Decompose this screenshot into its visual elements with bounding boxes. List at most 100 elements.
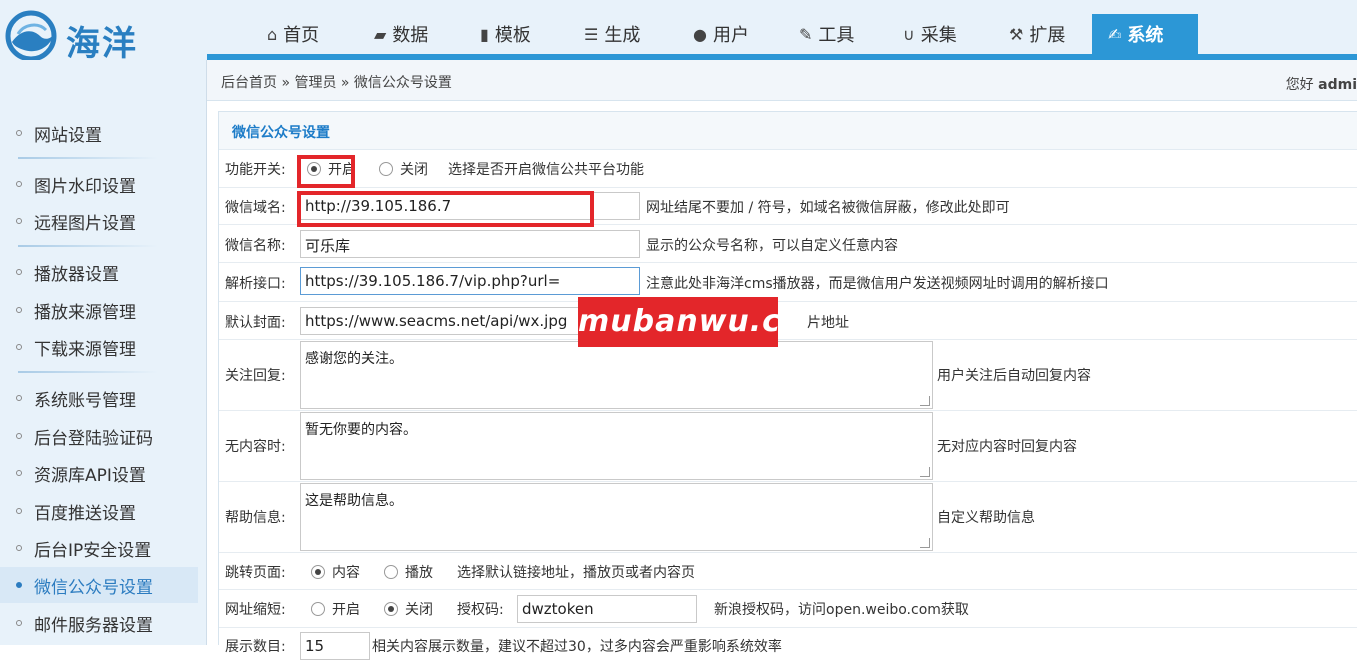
field-label: 网址缩短: — [225, 602, 286, 618]
nav-label: 系统 — [1127, 25, 1164, 46]
sidebar-item-label: 资源库API设置 — [34, 465, 146, 486]
sidebar-item-label: 系统账号管理 — [34, 390, 136, 411]
field-hint: 网址结尾不要加 / 符号，如域名被微信屏蔽，修改此处即可 — [646, 200, 1010, 216]
sidebar-divider — [18, 157, 158, 159]
bullet-icon — [16, 181, 22, 187]
sidebar-item-player[interactable]: 播放器设置 — [0, 254, 198, 290]
nav-extend[interactable]: ⚒ 扩展 — [999, 14, 1075, 54]
breadcrumb[interactable]: 后台首页 » 管理员 » 微信公众号设置 — [221, 72, 452, 92]
radio-label: 开启 — [332, 602, 360, 618]
logo[interactable]: 海洋 — [4, 10, 154, 64]
sidebar-item-label: 图片水印设置 — [34, 176, 136, 197]
field-hint: 相关内容展示数量，建议不超过30，过多内容会严重影响系统效率 — [372, 639, 782, 655]
nav-collect[interactable]: ∪ 采集 — [893, 14, 967, 54]
sidebar-item-label: 播放器设置 — [34, 264, 119, 285]
sidebar-item-site-settings[interactable]: 网站设置 — [0, 115, 198, 151]
sidebar-item-play-source[interactable]: 播放来源管理 — [0, 292, 198, 328]
sidebar-item-watermark[interactable]: 图片水印设置 — [0, 166, 198, 202]
resize-grip-icon[interactable] — [920, 396, 930, 406]
nav-system[interactable]: ✍ 系统 — [1092, 14, 1198, 54]
sidebar-item-label: 微信公众号设置 — [34, 577, 153, 598]
textarea-value: 这是帮助信息。 — [305, 493, 403, 509]
switch-off-radio[interactable]: 关闭 — [379, 159, 428, 179]
nav-label: 采集 — [920, 25, 957, 46]
header: 海洋 ⌂ 首页 ▰ 数据 ▮ 模板 ☰ 生成 ● 用户 ✎ 工具 ∪ 采集 ⚒ … — [0, 0, 1357, 64]
field-label: 解析接口: — [225, 276, 286, 292]
sidebar-item-download-source[interactable]: 下载来源管理 — [0, 329, 198, 365]
field-hint: 选择默认链接地址，播放页或者内容页 — [457, 565, 695, 581]
bullet-icon — [16, 470, 22, 476]
sidebar-item-captcha[interactable]: 后台登陆验证码 — [0, 418, 198, 454]
nav-user[interactable]: ● 用户 — [683, 14, 759, 54]
user-greeting: 您好 admi — [1286, 74, 1357, 94]
nav-label: 扩展 — [1029, 25, 1066, 46]
bullet-icon — [16, 344, 22, 350]
nav-label: 模板 — [494, 25, 531, 46]
highlight-box-domain — [297, 191, 594, 227]
row-jump: 跳转页面: 内容 播放 选择默认链接地址，播放页或者内容页 — [219, 553, 1357, 590]
bullet-icon — [16, 395, 22, 401]
auth-label: 授权码: — [457, 602, 504, 618]
nav-data[interactable]: ▰ 数据 — [364, 14, 438, 54]
file-icon: ▮ — [480, 24, 489, 44]
jump-content-radio[interactable]: 内容 — [311, 562, 360, 582]
sidebar-item-baidu-push[interactable]: 百度推送设置 — [0, 493, 198, 529]
field-label: 微信域名: — [225, 200, 286, 216]
home-icon: ⌂ — [267, 24, 278, 44]
sidebar-item-remote-image[interactable]: 远程图片设置 — [0, 203, 198, 239]
bullet-icon — [16, 582, 22, 588]
radio-icon — [384, 565, 398, 579]
sidebar-item-wechat[interactable]: 微信公众号设置 — [0, 567, 198, 603]
panel-title: 微信公众号设置 — [219, 112, 1357, 150]
nav-template[interactable]: ▮ 模板 — [470, 14, 541, 54]
field-label: 默认封面: — [225, 315, 286, 331]
radio-icon — [379, 162, 393, 176]
highlight-box-switch — [297, 155, 355, 188]
nav-label: 数据 — [392, 25, 429, 46]
sidebar-item-accounts[interactable]: 系统账号管理 — [0, 380, 198, 416]
nav-generate[interactable]: ☰ 生成 — [574, 14, 650, 54]
auth-code-input[interactable]: dwztoken — [517, 595, 697, 623]
sidebar-item-label: 百度推送设置 — [34, 503, 136, 524]
help-textarea[interactable]: 这是帮助信息。 — [300, 483, 933, 551]
name-input[interactable]: 可乐库 — [300, 230, 640, 258]
field-hint: 用户关注后自动回复内容 — [937, 368, 1091, 384]
parser-input[interactable]: https://39.105.186.7/vip.php?url= — [300, 267, 640, 295]
nav-label: 首页 — [283, 25, 320, 46]
username[interactable]: admi — [1318, 77, 1357, 93]
jump-play-radio[interactable]: 播放 — [384, 562, 433, 582]
sidebar-item-mail-server[interactable]: 邮件服务器设置 — [0, 605, 198, 641]
sidebar-item-label: 下载来源管理 — [34, 339, 136, 360]
shorten-on-radio[interactable]: 开启 — [311, 599, 360, 619]
field-label: 功能开关: — [225, 162, 286, 178]
bullet-icon — [16, 307, 22, 313]
field-hint: 新浪授权码，访问open.weibo.com获取 — [714, 602, 969, 618]
sidebar-item-ip-security[interactable]: 后台IP安全设置 — [0, 530, 198, 566]
wave-logo-icon — [5, 10, 57, 62]
row-no-content: 无内容时: 暂无你要的内容。 无对应内容时回复内容 — [219, 411, 1357, 482]
server-icon: ☰ — [584, 24, 599, 44]
nav-label: 工具 — [818, 25, 855, 46]
textarea-value: 暂无你要的内容。 — [305, 422, 417, 438]
nav-tools[interactable]: ✎ 工具 — [789, 14, 864, 54]
radio-label: 关闭 — [405, 602, 433, 618]
watermark: mubanwu.cc — [578, 297, 799, 347]
shorten-off-radio[interactable]: 关闭 — [384, 599, 433, 619]
sidebar-item-label: 后台IP安全设置 — [34, 540, 152, 561]
edit-icon: ✍ — [1108, 24, 1122, 44]
resize-grip-icon[interactable] — [920, 467, 930, 477]
row-display: 展示数目: 15 相关内容展示数量，建议不超过30，过多内容会严重影响系统效率 — [219, 628, 1357, 660]
bullet-icon — [16, 433, 22, 439]
sidebar-item-resource-api[interactable]: 资源库API设置 — [0, 455, 198, 491]
radio-label: 内容 — [332, 565, 360, 581]
radio-icon — [311, 565, 325, 579]
bullet-icon — [16, 218, 22, 224]
follow-reply-textarea[interactable]: 感谢您的关注。 — [300, 341, 933, 409]
nav-home[interactable]: ⌂ 首页 — [257, 14, 329, 54]
greeting-prefix: 您好 — [1285, 77, 1314, 93]
field-label: 跳转页面: — [225, 565, 286, 581]
field-hint: 注意此处非海洋cms播放器，而是微信用户发送视频网址时调用的解析接口 — [646, 276, 1109, 292]
no-content-textarea[interactable]: 暂无你要的内容。 — [300, 412, 933, 480]
resize-grip-icon[interactable] — [920, 538, 930, 548]
display-count-input[interactable]: 15 — [300, 632, 370, 660]
